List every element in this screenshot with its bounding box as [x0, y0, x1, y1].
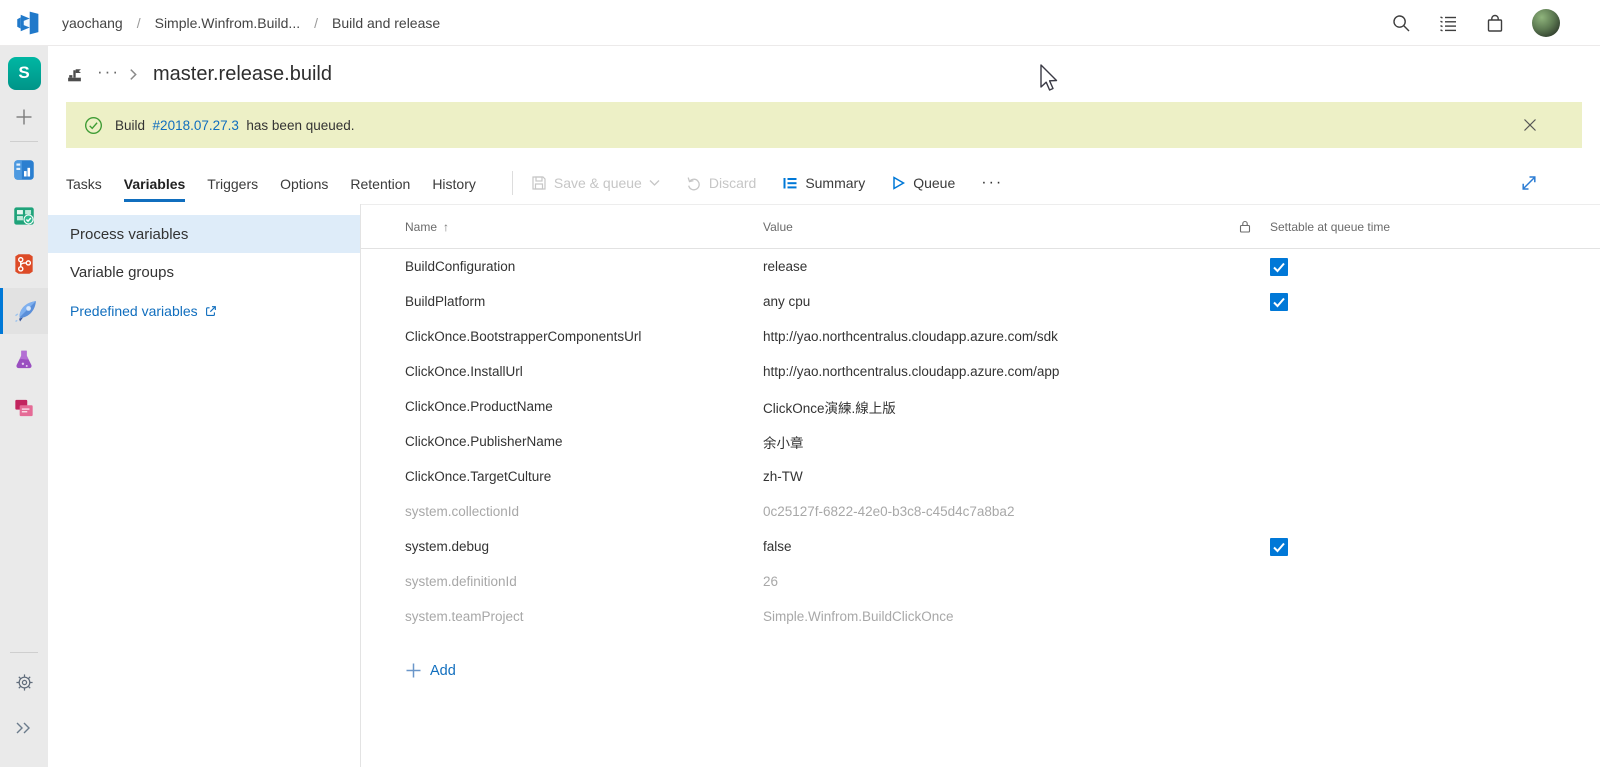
sidebar-item-overview[interactable]: [0, 150, 48, 190]
user-avatar[interactable]: [1532, 8, 1560, 37]
definition-toolbar: Tasks Variables Triggers Options Retenti…: [48, 162, 1600, 204]
double-chevron-right-icon: [16, 722, 30, 734]
column-header-value: Value: [763, 219, 793, 234]
variable-row: ClickOnce.ProductName ClickOnce演練.線上版: [405, 399, 896, 416]
plus-icon: [406, 663, 421, 678]
build-queued-banner: Build #2018.07.27.3 has been queued.: [66, 102, 1582, 148]
discard-button: Discard: [686, 175, 756, 191]
table-header-row: Name ↑ Value Settable at queue time: [361, 205, 1600, 249]
repos-icon: [15, 254, 33, 274]
settable-checkbox-checked[interactable]: [1270, 257, 1288, 276]
sidebar-item-repos[interactable]: [0, 244, 48, 284]
variable-row: BuildPlatform any cpu: [361, 284, 1600, 319]
variable-row-readonly: system.teamProject Simple.Winfrom.BuildC…: [405, 609, 954, 624]
marketplace-bag-icon[interactable]: [1485, 13, 1505, 33]
plus-icon: [16, 109, 32, 125]
summary-button[interactable]: Summary: [782, 175, 865, 191]
chevron-right-icon: [130, 68, 137, 80]
sidebar-item-test-plans[interactable]: [0, 340, 48, 380]
build-definition-icon: [68, 68, 81, 81]
definition-more-button[interactable]: ···: [97, 62, 120, 82]
boards-icon: [14, 207, 34, 225]
lock-icon: [1239, 220, 1251, 233]
work-list-icon[interactable]: [1438, 13, 1458, 33]
panel-item-process-variables[interactable]: Process variables: [48, 215, 360, 253]
variable-row: ClickOnce.TargetCulture zh-TW: [405, 469, 803, 484]
breadcrumb-separator: /: [136, 14, 141, 31]
top-bar: yaochang / Simple.Winfrom.Build... / Bui…: [0, 0, 1600, 46]
breadcrumb-hub[interactable]: Build and release: [332, 15, 440, 31]
variable-row: ClickOnce.PublisherName 余小章: [405, 434, 804, 451]
panel-item-variable-groups[interactable]: Variable groups: [48, 253, 360, 291]
column-header-settable: Settable at queue time: [1270, 219, 1391, 234]
sort-ascending-icon: ↑: [443, 219, 450, 234]
rail-divider: [10, 652, 38, 653]
settable-checkbox-checked[interactable]: [1270, 292, 1288, 311]
variables-table: Name ↑ Value Settable at queue time Buil…: [361, 204, 1600, 767]
save-and-queue-button: Save & queue: [531, 175, 660, 191]
queue-button[interactable]: Queue: [891, 175, 955, 191]
banner-text: Build #2018.07.27.3 has been queued.: [115, 117, 355, 133]
predefined-variables-link[interactable]: Predefined variables: [48, 303, 360, 319]
column-header-name[interactable]: Name ↑: [361, 220, 763, 234]
sidebar-item-pipelines[interactable]: [0, 288, 48, 334]
variable-row-readonly: system.collectionId 0c25127f-6822-42e0-b…: [405, 504, 1015, 519]
undo-icon: [687, 177, 700, 191]
rail-divider: [10, 141, 38, 142]
save-icon: [532, 176, 546, 190]
sidebar-item-artifacts[interactable]: [0, 388, 48, 428]
build-number-link[interactable]: #2018.07.27.3: [153, 118, 239, 133]
variable-row: ClickOnce.InstallUrl http://yao.northcen…: [405, 364, 1060, 379]
toolbar-divider: [511, 171, 513, 195]
project-avatar-tile: S: [7, 56, 41, 90]
add-project-button[interactable]: [0, 102, 48, 132]
expand-nav-button[interactable]: [0, 712, 48, 744]
chevron-down-icon: [649, 180, 660, 186]
search-icon[interactable]: [1391, 13, 1411, 33]
variables-side-panel: Process variables Variable groups Predef…: [48, 204, 361, 767]
gear-icon: [15, 673, 33, 691]
settable-checkbox-checked[interactable]: [1270, 537, 1288, 556]
tab-variables[interactable]: Variables: [123, 165, 186, 202]
breadcrumb: yaochang / Simple.Winfrom.Build... / Bui…: [62, 15, 440, 31]
variable-row: system.debug false: [361, 529, 1600, 564]
variable-row-readonly: system.definitionId 26: [405, 574, 779, 589]
breadcrumb-separator: /: [314, 14, 318, 31]
settings-button[interactable]: [0, 666, 48, 698]
variable-row: ClickOnce.BootstrapperComponentsUrl http…: [405, 329, 1058, 344]
tab-triggers[interactable]: Triggers: [207, 165, 258, 202]
tab-history[interactable]: History: [432, 165, 476, 202]
external-link-icon: [205, 305, 216, 316]
sidebar-item-project[interactable]: S: [0, 56, 48, 90]
tab-retention[interactable]: Retention: [350, 165, 410, 202]
toolbar-more-button[interactable]: ···: [981, 174, 1003, 192]
fullscreen-expand-icon[interactable]: [1518, 172, 1540, 194]
success-check-icon: [85, 116, 102, 134]
definition-header: ··· master.release.build: [48, 46, 1600, 102]
variables-content: Process variables Variable groups Predef…: [48, 204, 1600, 767]
azure-devops-logo[interactable]: [14, 10, 40, 36]
tab-tasks[interactable]: Tasks: [66, 165, 102, 202]
overview-icon: [14, 160, 34, 180]
summary-list-icon: [783, 178, 797, 189]
packages-icon: [15, 399, 33, 417]
banner-close-icon[interactable]: [1522, 117, 1538, 133]
breadcrumb-account[interactable]: yaochang: [62, 15, 123, 31]
left-nav-rail: S: [0, 46, 48, 767]
variable-row: BuildConfiguration release: [361, 249, 1600, 284]
sidebar-item-boards[interactable]: [0, 196, 48, 236]
breadcrumb-project[interactable]: Simple.Winfrom.Build...: [155, 15, 300, 31]
page-title: master.release.build: [152, 62, 332, 85]
add-variable-button[interactable]: Add: [405, 662, 1600, 679]
rocket-icon: [14, 301, 36, 323]
flask-icon: [16, 350, 32, 369]
play-icon: [893, 176, 906, 190]
tab-options[interactable]: Options: [280, 165, 328, 202]
